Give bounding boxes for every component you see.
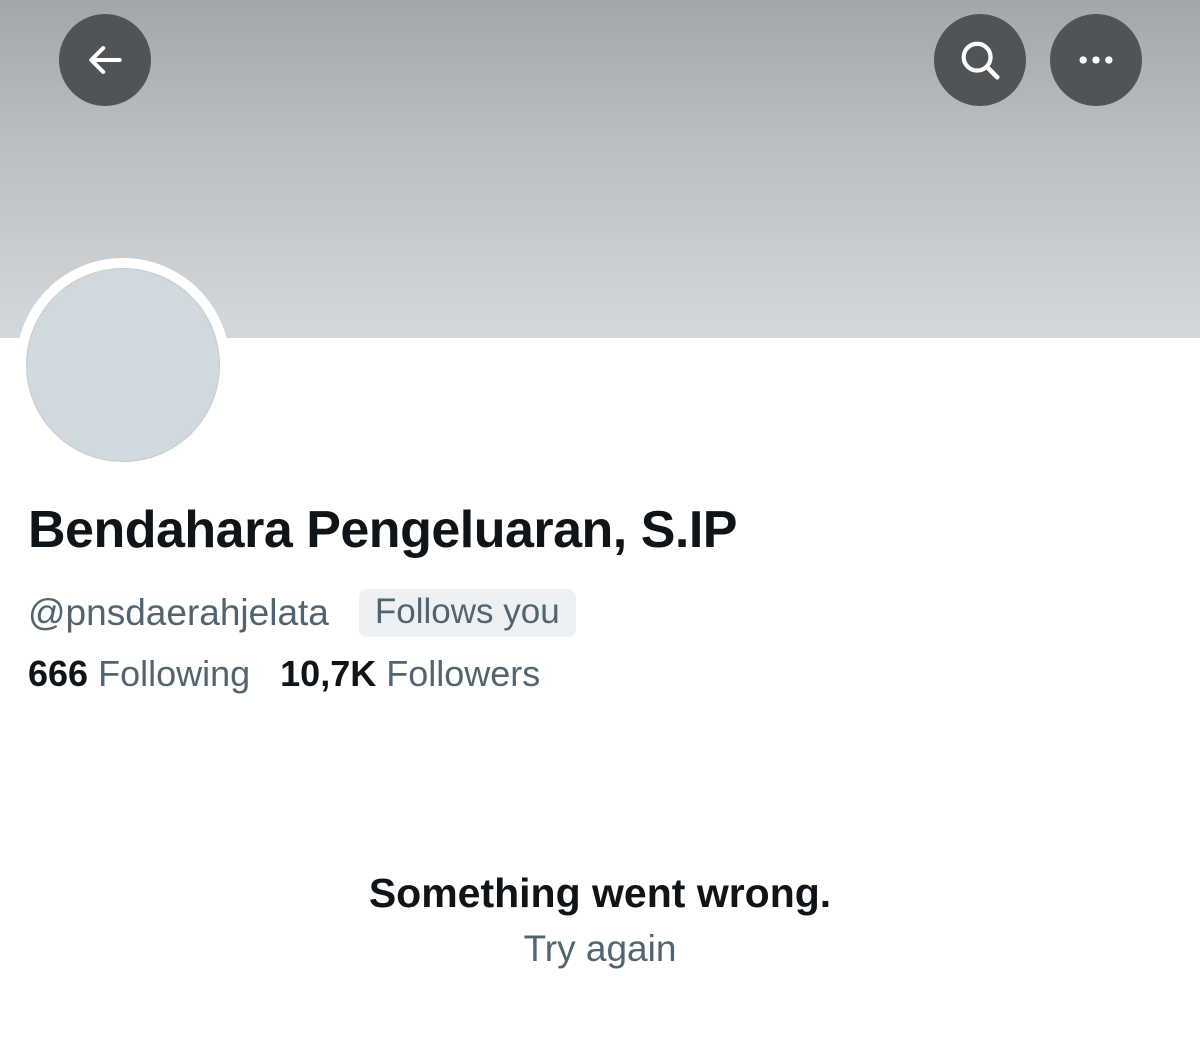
following-count: 666 [28,653,89,694]
following-link[interactable]: 666 Following [28,653,250,695]
more-options-button[interactable] [1050,14,1142,106]
followers-link[interactable]: 10,7K Followers [280,653,540,695]
profile-page: Bendahara Pengeluaran, S.IP @pnsdaerahje… [0,0,1200,1063]
search-button[interactable] [934,14,1026,106]
try-again-button[interactable]: Try again [524,928,677,969]
retry-container: Try again [0,928,1200,970]
handle-row: @pnsdaerahjelata Follows you [28,588,576,638]
avatar[interactable] [26,268,220,462]
followers-label: Followers [386,653,541,694]
arrow-left-icon [89,46,122,74]
username-handle: @pnsdaerahjelata [28,592,329,633]
following-label: Following [98,653,251,694]
follows-you-badge: Follows you [358,589,576,637]
followers-count: 10,7K [280,653,377,694]
search-icon [961,41,1000,80]
back-button[interactable] [59,14,151,106]
more-horizontal-icon [1079,56,1113,64]
follow-stats: 666 Following 10,7K Followers [28,650,540,698]
error-message: Something went wrong. [368,870,832,916]
display-name: Bendahara Pengeluaran, S.IP [28,501,737,559]
